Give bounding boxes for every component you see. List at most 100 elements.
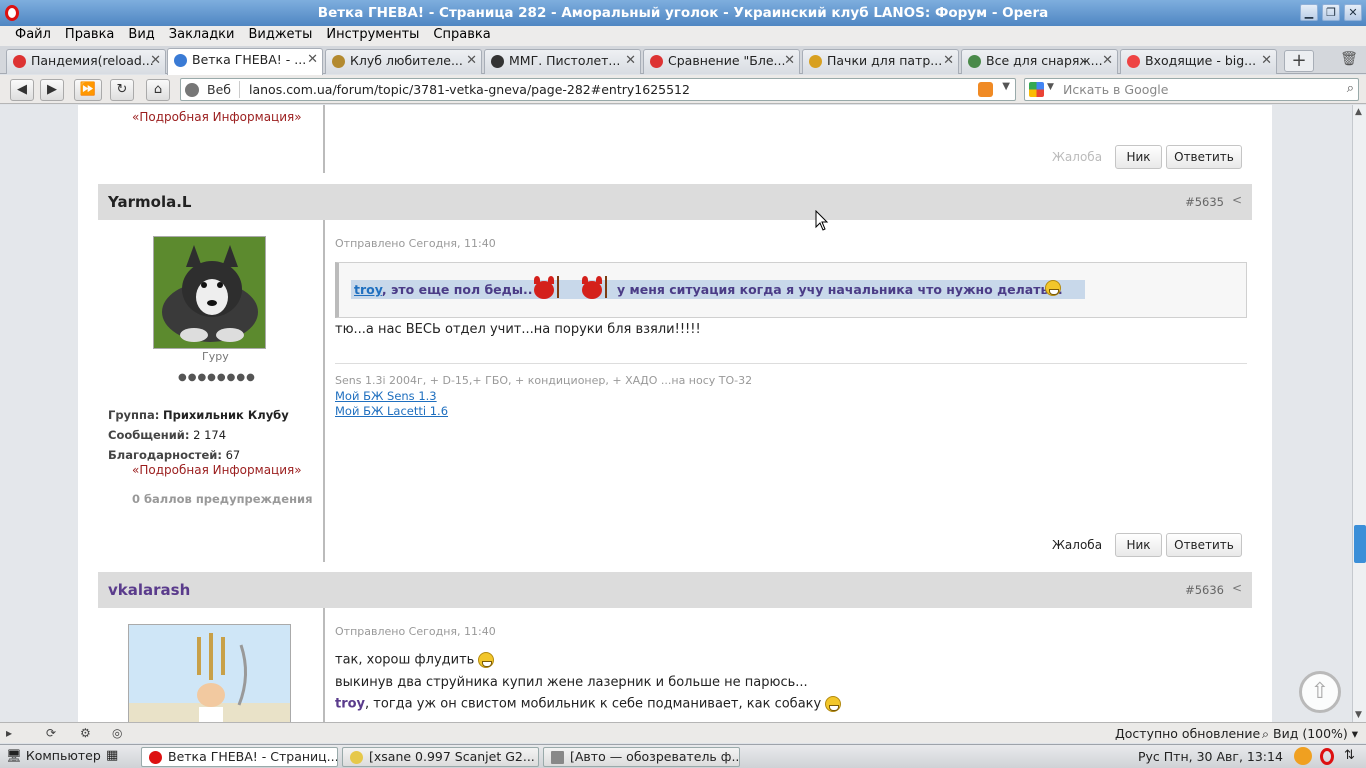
tab-compare[interactable]: Сравнение "Бле... ✕ xyxy=(643,49,800,74)
prev-nick-button[interactable]: Ник xyxy=(1115,145,1162,169)
scroll-to-top-button[interactable]: ⇧ xyxy=(1299,671,1341,713)
user-avatar[interactable] xyxy=(128,624,291,724)
address-bar[interactable]: Веб lanos.com.ua/forum/topic/3781-vetka-… xyxy=(180,78,1016,101)
signature-link-text[interactable]: Мой БЖ Lacetti 1.6 xyxy=(335,404,448,418)
share-icon[interactable]: < xyxy=(1232,581,1242,595)
window-titlebar: Ветка ГНЕВА! - Страница 282 - Аморальный… xyxy=(0,0,1366,26)
menu-help[interactable]: Справка xyxy=(426,26,497,46)
tab-close-icon[interactable]: ✕ xyxy=(150,50,161,72)
menu-file[interactable]: Файл xyxy=(8,26,58,46)
url-text[interactable]: lanos.com.ua/forum/topic/3781-vetka-gnev… xyxy=(249,82,690,97)
show-desktop-icon[interactable]: ▦ xyxy=(106,748,118,763)
close-button[interactable]: ✕ xyxy=(1344,4,1362,21)
menu-view[interactable]: Вид xyxy=(121,26,161,46)
tab-close-icon[interactable]: ✕ xyxy=(307,49,318,71)
prev-complaint-link[interactable]: Жалоба xyxy=(1052,150,1102,164)
web-label: Веб xyxy=(207,82,231,97)
tab-close-icon[interactable]: ✕ xyxy=(1261,50,1272,72)
address-divider xyxy=(239,81,240,98)
zoom-level[interactable]: ⌕ Вид (100%) ▾ xyxy=(1262,726,1358,742)
quote-user-link[interactable]: troy xyxy=(354,282,382,297)
minimize-button[interactable]: ▁ xyxy=(1300,4,1318,21)
computer-menu[interactable]: 🖥 Компьютер xyxy=(6,748,101,764)
complaint-link[interactable]: Жалоба xyxy=(1052,538,1102,552)
sync-icon[interactable]: ⟳ xyxy=(46,726,62,740)
task-file-browser-window[interactable]: [Авто — обозреватель ф... xyxy=(543,747,740,767)
signature-link-text[interactable]: Мой БЖ Sens 1.3 xyxy=(335,389,437,403)
opera-red-favicon-icon xyxy=(650,55,663,68)
arrow-up-icon: ⇧ xyxy=(1310,679,1330,704)
search-icon[interactable]: ⌕ xyxy=(1347,81,1354,96)
folder-task-icon xyxy=(551,751,564,764)
user-avatar[interactable] xyxy=(153,236,266,349)
devil-smiley-icon xyxy=(577,276,607,300)
computer-icon: 🖥 xyxy=(6,748,22,763)
rss-icon[interactable] xyxy=(978,82,993,97)
home-button[interactable]: ⌂ xyxy=(146,79,170,101)
new-tab-button[interactable]: + xyxy=(1284,50,1314,72)
user-rank: Гуру xyxy=(202,350,229,363)
tab-packs[interactable]: Пачки для патр... ✕ xyxy=(802,49,959,74)
maximize-button[interactable]: ❐ xyxy=(1322,4,1340,21)
menu-bookmarks[interactable]: Закладки xyxy=(162,26,242,46)
tab-equipment[interactable]: Все для снаряж... ✕ xyxy=(961,49,1118,74)
chevron-down-icon[interactable]: ▼ xyxy=(1047,82,1054,92)
post-divider-line xyxy=(323,105,325,173)
tab-pandemic[interactable]: Пандемия(reload... ✕ xyxy=(6,49,166,74)
menu-widgets[interactable]: Виджеты xyxy=(241,26,319,46)
mention-user[interactable]: troy xyxy=(335,697,365,712)
share-icon[interactable]: < xyxy=(1232,193,1242,207)
turbo-icon[interactable]: ◎ xyxy=(112,726,128,740)
fast-forward-button[interactable]: ⏩ xyxy=(74,79,102,101)
network-icon[interactable]: ⇅ xyxy=(1344,748,1355,763)
post-number[interactable]: #5636 xyxy=(1185,583,1224,597)
quote-mention: troy, это еще пол беды.. xyxy=(354,282,533,297)
panel-toggle-icon[interactable]: ▸ xyxy=(6,726,22,740)
opera-tray-icon[interactable] xyxy=(1320,748,1334,765)
vertical-scrollbar[interactable]: ▲ ▼ xyxy=(1352,105,1366,722)
prev-reply-button[interactable]: Ответить xyxy=(1166,145,1242,169)
search-placeholder[interactable]: Искать в Google xyxy=(1063,82,1168,97)
menu-edit[interactable]: Правка xyxy=(58,26,121,46)
tab-mmg[interactable]: ММГ. Пистолет... ✕ xyxy=(484,49,641,74)
home-icon: ⌂ xyxy=(153,82,163,97)
menu-tools[interactable]: Инструменты xyxy=(319,26,426,46)
system-tray-clock[interactable]: Рус Птн, 30 Авг, 13:14 xyxy=(1138,749,1283,764)
signature-link-lacetti[interactable]: Мой БЖ Lacetti 1.6 xyxy=(335,404,1247,418)
post-number[interactable]: #5635 xyxy=(1185,195,1224,209)
nick-button[interactable]: Ник xyxy=(1115,533,1162,557)
signature-link-sens[interactable]: Мой БЖ Sens 1.3 xyxy=(335,389,1247,403)
search-field[interactable]: ▼ Искать в Google ⌕ xyxy=(1024,78,1359,101)
tab-inbox[interactable]: Входящие - big... ✕ xyxy=(1120,49,1277,74)
scroll-up-icon[interactable]: ▲ xyxy=(1355,107,1362,117)
chevron-down-icon[interactable]: ▼ xyxy=(1002,81,1010,92)
back-button[interactable]: ◀ xyxy=(10,79,34,101)
tab-close-icon[interactable]: ✕ xyxy=(466,50,477,72)
reply-button[interactable]: Ответить xyxy=(1166,533,1242,557)
update-available[interactable]: Доступно обновление xyxy=(1115,726,1260,741)
task-xsane-window[interactable]: [xsane 0.997 Scanjet G2... xyxy=(342,747,539,767)
tab-close-icon[interactable]: ✕ xyxy=(784,50,795,72)
tab-close-icon[interactable]: ✕ xyxy=(1102,50,1113,72)
update-notifier-icon[interactable] xyxy=(1294,747,1312,765)
google-icon[interactable] xyxy=(1029,82,1044,97)
scrollbar-thumb[interactable] xyxy=(1354,525,1366,563)
scroll-down-icon[interactable]: ▼ xyxy=(1355,710,1362,720)
post-author[interactable]: vkalarash xyxy=(108,581,190,599)
mail-favicon-icon xyxy=(1127,55,1140,68)
post-line-3: troy, тогда уж он свистом мобильник к се… xyxy=(335,696,1247,712)
tab-close-icon[interactable]: ✕ xyxy=(625,50,636,72)
more-info-link[interactable]: «Подробная Информация» xyxy=(132,463,302,477)
tab-vetka-gneva[interactable]: Ветка ГНЕВА! - ... ✕ xyxy=(167,48,323,75)
forward-button[interactable]: ▶ xyxy=(40,79,64,101)
reload-button[interactable]: ↻ xyxy=(110,79,134,101)
grin-smiley-icon xyxy=(478,652,495,668)
post-author[interactable]: Yarmola.L xyxy=(108,193,191,211)
task-opera-window[interactable]: Ветка ГНЕВА! - Страниц... xyxy=(141,747,338,767)
tab-club[interactable]: Клуб любителе... ✕ xyxy=(325,49,482,74)
trash-icon[interactable]: 🗑 xyxy=(1339,51,1359,71)
tab-close-icon[interactable]: ✕ xyxy=(943,50,954,72)
warning-points: 0 баллов предупреждения xyxy=(132,492,313,506)
unite-icon[interactable]: ⚙ xyxy=(80,726,96,740)
prev-more-info-link[interactable]: «Подробная Информация» xyxy=(132,110,302,124)
